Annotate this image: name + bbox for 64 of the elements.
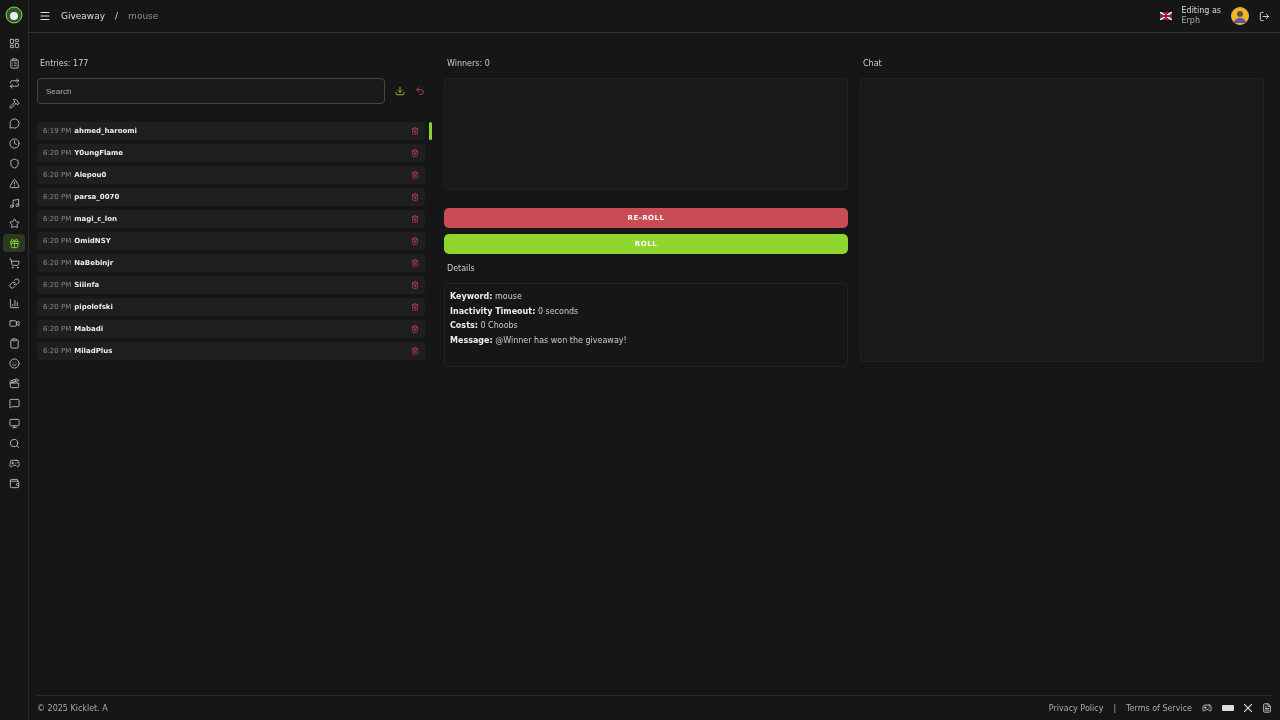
breadcrumb-item[interactable]: Giveaway [61, 11, 106, 21]
trash-icon[interactable] [411, 259, 419, 267]
trash-icon[interactable] [411, 347, 419, 355]
trash-icon[interactable] [411, 325, 419, 333]
user-name: Erph [1181, 16, 1200, 26]
detail-line: Message: @Winner has won the giveaway! [450, 334, 628, 347]
trash-icon[interactable] [411, 171, 419, 179]
detail-line: Costs: 0 Choobs [450, 320, 519, 332]
menu-icon[interactable] [39, 10, 51, 22]
shield-icon [8, 157, 20, 169]
winners-title: Winners: 0 [446, 58, 491, 70]
clipboard-icon [8, 57, 20, 69]
logo-icon[interactable] [5, 6, 23, 24]
logout-icon[interactable] [1259, 10, 1270, 22]
entries-title: Entries: 177 [39, 58, 90, 70]
sidebar-item[interactable] [3, 234, 25, 252]
trash-icon[interactable] [411, 127, 419, 135]
trash-icon[interactable] [411, 281, 419, 289]
breadcrumb-item: mouse [128, 11, 159, 21]
link-icon [8, 277, 20, 289]
trash-icon[interactable] [411, 149, 419, 157]
trash-icon[interactable] [411, 237, 419, 245]
search-field[interactable]: Search [37, 78, 385, 104]
flag-icon[interactable] [1159, 12, 1172, 20]
warning-icon [8, 177, 20, 189]
user-label: Editing as [1181, 6, 1221, 16]
details-title: Details [446, 263, 476, 275]
message-icon [8, 397, 20, 409]
bar-chart-icon [8, 297, 20, 309]
x-logo-icon[interactable] [1244, 704, 1252, 712]
avatar[interactable] [1231, 7, 1249, 25]
arrows-icon [8, 77, 20, 89]
dashboard-icon [8, 37, 20, 49]
search-icon [8, 437, 20, 449]
monitor-icon [8, 417, 20, 429]
wallet-icon [8, 477, 20, 489]
gift-icon [8, 237, 20, 249]
scrollbar-thumb[interactable] [429, 122, 432, 140]
detail-line: Keyword: mouse [450, 291, 523, 303]
footer-link[interactable]: Terms of Service [1126, 703, 1192, 713]
footer-separator: | [1113, 703, 1117, 713]
smile-icon [8, 357, 20, 369]
clipboard-icon [8, 337, 20, 349]
copyright-text: © 2025 Kicklet. A [37, 703, 108, 713]
star-icon [8, 217, 20, 229]
download-icon[interactable] [395, 86, 405, 96]
trash-icon[interactable] [411, 303, 419, 311]
detail-line: Inactivity Timeout: 0 seconds [450, 305, 580, 318]
clock-icon [8, 137, 20, 149]
gamepad-icon[interactable] [1202, 703, 1212, 713]
breadcrumb-separator: / [115, 11, 119, 21]
undo-icon[interactable] [415, 86, 425, 96]
chat-title: Chat [862, 58, 883, 70]
video-icon [8, 317, 20, 329]
trash-icon[interactable] [411, 215, 419, 223]
music-icon [8, 197, 20, 209]
chat-bubble-icon [8, 117, 20, 129]
footer-link[interactable]: Privacy Policy [1048, 703, 1104, 713]
clapperboard-icon [8, 377, 20, 389]
document-icon[interactable] [1262, 703, 1272, 713]
hammer-icon [8, 97, 20, 109]
trash-icon[interactable] [411, 193, 419, 201]
cart-icon [8, 257, 20, 269]
gamepad-icon [8, 457, 20, 469]
